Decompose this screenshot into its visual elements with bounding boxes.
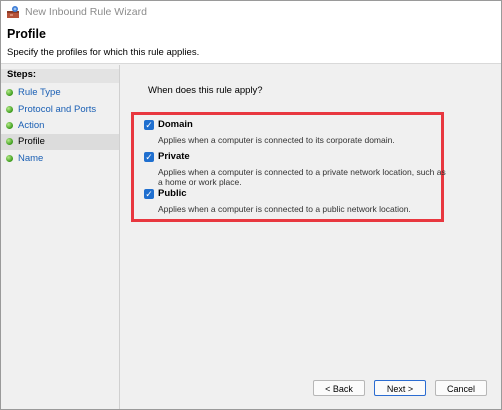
step-status-icon <box>6 89 13 96</box>
step-protocol-and-ports[interactable]: Protocol and Ports <box>1 102 119 118</box>
window-title: New Inbound Rule Wizard <box>25 6 147 18</box>
step-status-icon <box>6 106 13 113</box>
public-description: Applies when a computer is connected to … <box>158 204 411 214</box>
page-title: Profile <box>7 27 46 41</box>
step-label: Rule Type <box>18 87 61 98</box>
step-status-icon <box>6 155 13 162</box>
steps-heading: Steps: <box>1 69 119 83</box>
next-button[interactable]: Next > <box>374 380 426 396</box>
domain-description: Applies when a computer is connected to … <box>158 135 395 145</box>
public-checkbox[interactable]: ✓ <box>144 189 154 199</box>
steps-sidebar: Steps: Rule Type Protocol and Ports Acti… <box>1 65 120 409</box>
firewall-app-icon <box>6 5 20 19</box>
private-checkbox[interactable]: ✓ <box>144 152 154 162</box>
page-description: Specify the profiles for which this rule… <box>7 47 200 58</box>
private-label[interactable]: Private <box>158 151 190 162</box>
wizard-window: New Inbound Rule Wizard Profile Specify … <box>0 0 502 410</box>
step-name[interactable]: Name <box>1 151 119 167</box>
step-action[interactable]: Action <box>1 118 119 134</box>
step-label: Action <box>18 120 45 131</box>
domain-label[interactable]: Domain <box>158 119 193 130</box>
public-label[interactable]: Public <box>158 188 187 199</box>
main-content: When does this rule apply? ✓ Domain Appl… <box>120 65 501 409</box>
step-label: Name <box>18 153 44 164</box>
step-label: Profile <box>18 136 45 147</box>
page-header: Profile Specify the profiles for which t… <box>1 23 501 64</box>
step-rule-type[interactable]: Rule Type <box>1 85 119 101</box>
cancel-button[interactable]: Cancel <box>435 380 487 396</box>
private-description: Applies when a computer is connected to … <box>158 167 446 187</box>
title-bar: New Inbound Rule Wizard <box>1 1 501 23</box>
step-profile[interactable]: Profile <box>1 134 119 150</box>
domain-checkbox[interactable]: ✓ <box>144 120 154 130</box>
back-button[interactable]: < Back <box>313 380 365 396</box>
rule-apply-question: When does this rule apply? <box>148 85 263 96</box>
step-status-icon <box>6 122 13 129</box>
step-status-icon <box>6 138 13 145</box>
step-label: Protocol and Ports <box>18 104 97 115</box>
